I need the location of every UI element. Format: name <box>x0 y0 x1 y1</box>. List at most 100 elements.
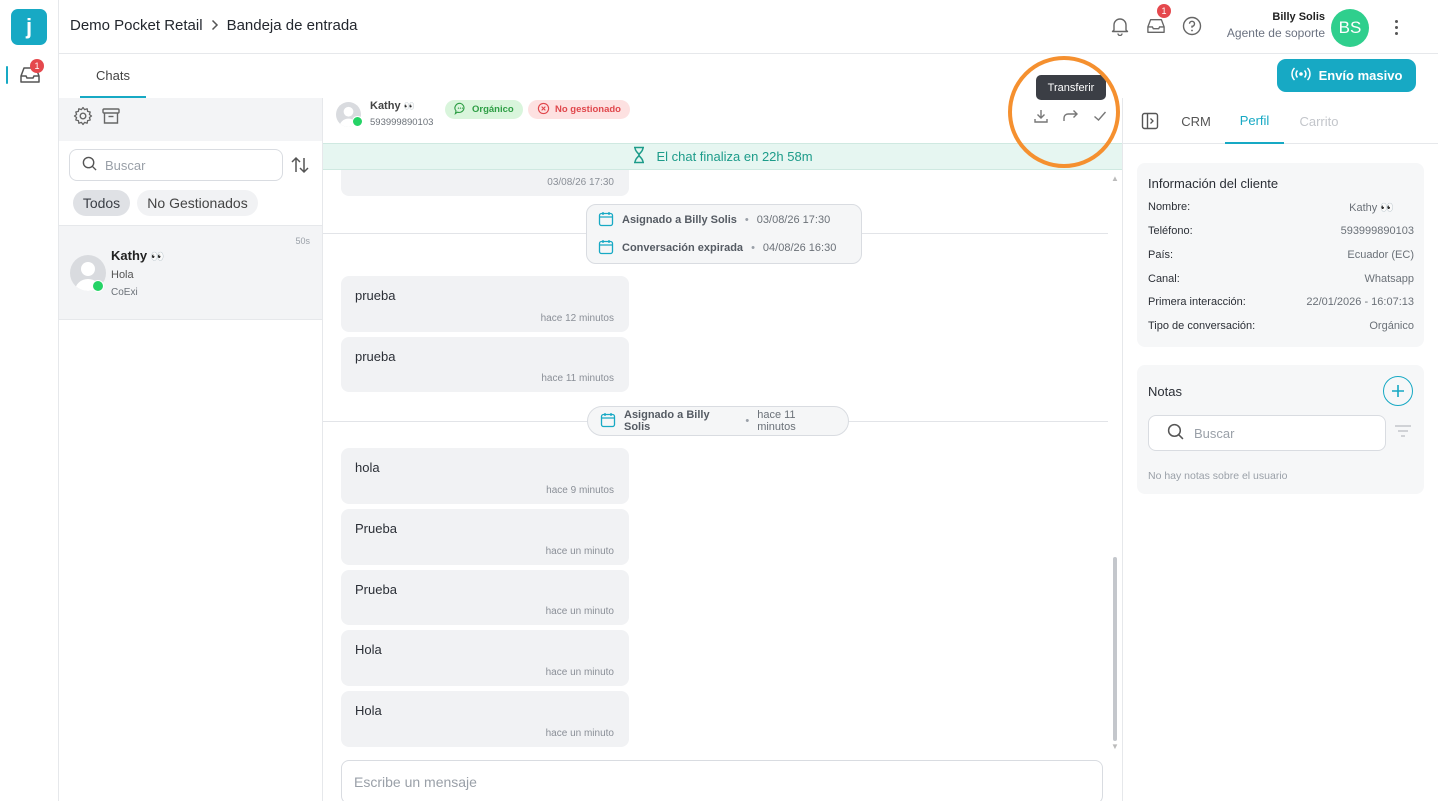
message-text: Prueba <box>355 521 397 536</box>
inbox-badge: 1 <box>1157 4 1171 18</box>
message-bubble: prueba hace 12 minutos <box>341 276 629 332</box>
info-row: Nombre: Kathy 👀 <box>1148 201 1414 214</box>
message-input[interactable]: Escribe un mensaje <box>341 760 1103 801</box>
chat-item-preview: Hola <box>111 269 134 281</box>
info-value: 593999890103 <box>1340 225 1414 237</box>
nav-rail: j 1 <box>0 0 59 801</box>
message-text: prueba <box>355 288 396 303</box>
chat-item-emoji: 👀 <box>150 251 165 263</box>
chat-list-toolbar <box>59 98 322 141</box>
info-row: Primera interacción: 22/01/2026 - 16:07:… <box>1148 296 1414 308</box>
event-time: hace 11 minutos <box>757 409 796 433</box>
notes-search-input[interactable]: Buscar <box>1148 415 1386 451</box>
info-row: Teléfono: 593999890103 <box>1148 225 1414 237</box>
event-separator: • <box>745 415 750 427</box>
event-time: 04/08/26 16:30 <box>762 242 837 254</box>
tag-unmanaged-label: No gestionado <box>555 104 621 115</box>
client-info-card: Información del cliente Nombre: Kathy 👀 … <box>1137 163 1424 347</box>
download-icon[interactable] <box>1031 106 1051 126</box>
app-root: j 1 Demo Pocket Retail Bandeja de entrad… <box>0 0 1438 801</box>
add-note-button[interactable] <box>1383 376 1413 406</box>
top-header: Demo Pocket Retail Bandeja de entrada 1 … <box>59 0 1438 54</box>
scrollbar-thumb[interactable] <box>1113 557 1117 741</box>
hourglass-icon <box>632 146 646 167</box>
tab-crm[interactable]: CRM <box>1171 98 1221 144</box>
message-time: hace un minuto <box>545 728 614 739</box>
transfer-tooltip: Transferir <box>1036 75 1106 100</box>
message-bubble: Hola hace un minuto <box>341 691 629 747</box>
message-list[interactable]: 03/08/26 17:30 Asignado a Billy Solis • … <box>323 170 1122 755</box>
notes-title: Notas <box>1148 384 1182 399</box>
chat-timer-bar: El chat finaliza en 22h 58m <box>323 143 1122 170</box>
plus-icon <box>1392 385 1404 397</box>
user-info: Billy Solis Agente de soporte <box>1227 11 1325 40</box>
message-bubble: hola hace 9 minutos <box>341 448 629 504</box>
broadcast-button[interactable]: Envío masivo <box>1277 59 1416 92</box>
whatsapp-icon <box>92 280 104 292</box>
info-key: Nombre: <box>1148 201 1191 213</box>
tag-organic[interactable]: Orgánico <box>445 100 523 119</box>
filter-all[interactable]: Todos <box>73 190 130 216</box>
message-text: prueba <box>355 349 396 364</box>
profile-panel: CRM Perfil Carrito Información del clien… <box>1122 98 1438 801</box>
chat-list-item[interactable]: Kathy 👀 Hola CoExi 50s <box>59 225 322 320</box>
close-circle-icon <box>537 102 550 118</box>
info-value: Whatsapp <box>1364 273 1414 285</box>
rail-inbox-icon[interactable]: 1 <box>19 59 44 87</box>
event-label: Asignado a Billy Solis <box>624 409 710 433</box>
breadcrumb: Demo Pocket Retail Bandeja de entrada <box>70 17 358 34</box>
info-value: Orgánico <box>1369 320 1414 332</box>
scroll-down-arrow-icon[interactable]: ▼ <box>1111 742 1119 751</box>
event-separator: • <box>744 214 749 226</box>
message-time: hace un minuto <box>545 667 614 678</box>
kebab-menu-icon[interactable] <box>1387 16 1405 38</box>
message-time: hace 12 minutos <box>540 313 614 324</box>
breadcrumb-workspace[interactable]: Demo Pocket Retail <box>70 17 203 34</box>
inbox-icon[interactable]: 1 <box>1145 4 1171 37</box>
info-key: Tipo de conversación: <box>1148 320 1256 332</box>
tab-perfil[interactable]: Perfil <box>1225 98 1284 144</box>
message-time: hace un minuto <box>545 546 614 557</box>
tab-chats[interactable]: Chats <box>80 54 146 98</box>
sidebar-toggle-icon[interactable] <box>1141 112 1159 135</box>
info-row: Tipo de conversación: Orgánico <box>1148 320 1414 332</box>
help-icon[interactable] <box>1181 15 1203 37</box>
message-time: 03/08/26 17:30 <box>547 177 614 188</box>
filter-icon[interactable] <box>1394 424 1412 443</box>
transfer-icon[interactable] <box>1061 106 1081 126</box>
sort-icon[interactable] <box>290 156 310 179</box>
user-role: Agente de soporte <box>1226 26 1325 40</box>
event-separator: • <box>751 242 755 254</box>
archive-icon[interactable] <box>101 106 121 131</box>
info-value: Ecuador (EC) <box>1347 249 1414 261</box>
app-logo[interactable]: j <box>11 9 47 45</box>
chat-search-input[interactable]: Buscar <box>69 149 283 181</box>
user-name: Billy Solis <box>1272 11 1325 23</box>
scroll-up-arrow-icon[interactable]: ▲ <box>1111 174 1119 183</box>
bell-icon[interactable] <box>1109 15 1131 37</box>
message-bubble: 03/08/26 17:30 <box>341 170 629 196</box>
filter-unmanaged[interactable]: No Gestionados <box>137 190 258 216</box>
contact-emoji: 👀 <box>403 101 415 111</box>
chat-item-name: Kathy <box>111 248 148 263</box>
tab-carrito[interactable]: Carrito <box>1289 98 1349 144</box>
calendar-icon <box>600 412 616 431</box>
broadcast-icon <box>1290 67 1311 84</box>
calendar-icon <box>598 211 614 230</box>
event-group: Asignado a Billy Solis • hace 11 minutos <box>587 406 849 436</box>
breadcrumb-page: Bandeja de entrada <box>226 17 358 34</box>
notes-empty-text: No hay notas sobre el usuario <box>1148 470 1288 482</box>
chat-item-channel: CoExi <box>111 287 138 298</box>
search-icon <box>82 156 97 174</box>
user-avatar[interactable]: BS <box>1331 9 1369 47</box>
message-input-placeholder: Escribe un mensaje <box>354 774 477 790</box>
event-row: Conversación expirada • 04/08/26 16:30 <box>587 234 861 262</box>
check-icon[interactable] <box>1090 106 1110 126</box>
tag-unmanaged[interactable]: No gestionado <box>528 100 630 119</box>
conversation-panel: Kathy 👀 593999890103 Orgánico No gestion… <box>323 75 1122 801</box>
gear-icon[interactable] <box>73 106 93 131</box>
broadcast-label: Envío masivo <box>1318 68 1403 83</box>
message-bubble: Hola hace un minuto <box>341 630 629 686</box>
info-value: Kathy 👀 <box>1349 202 1394 214</box>
rail-active-indicator <box>6 66 8 84</box>
